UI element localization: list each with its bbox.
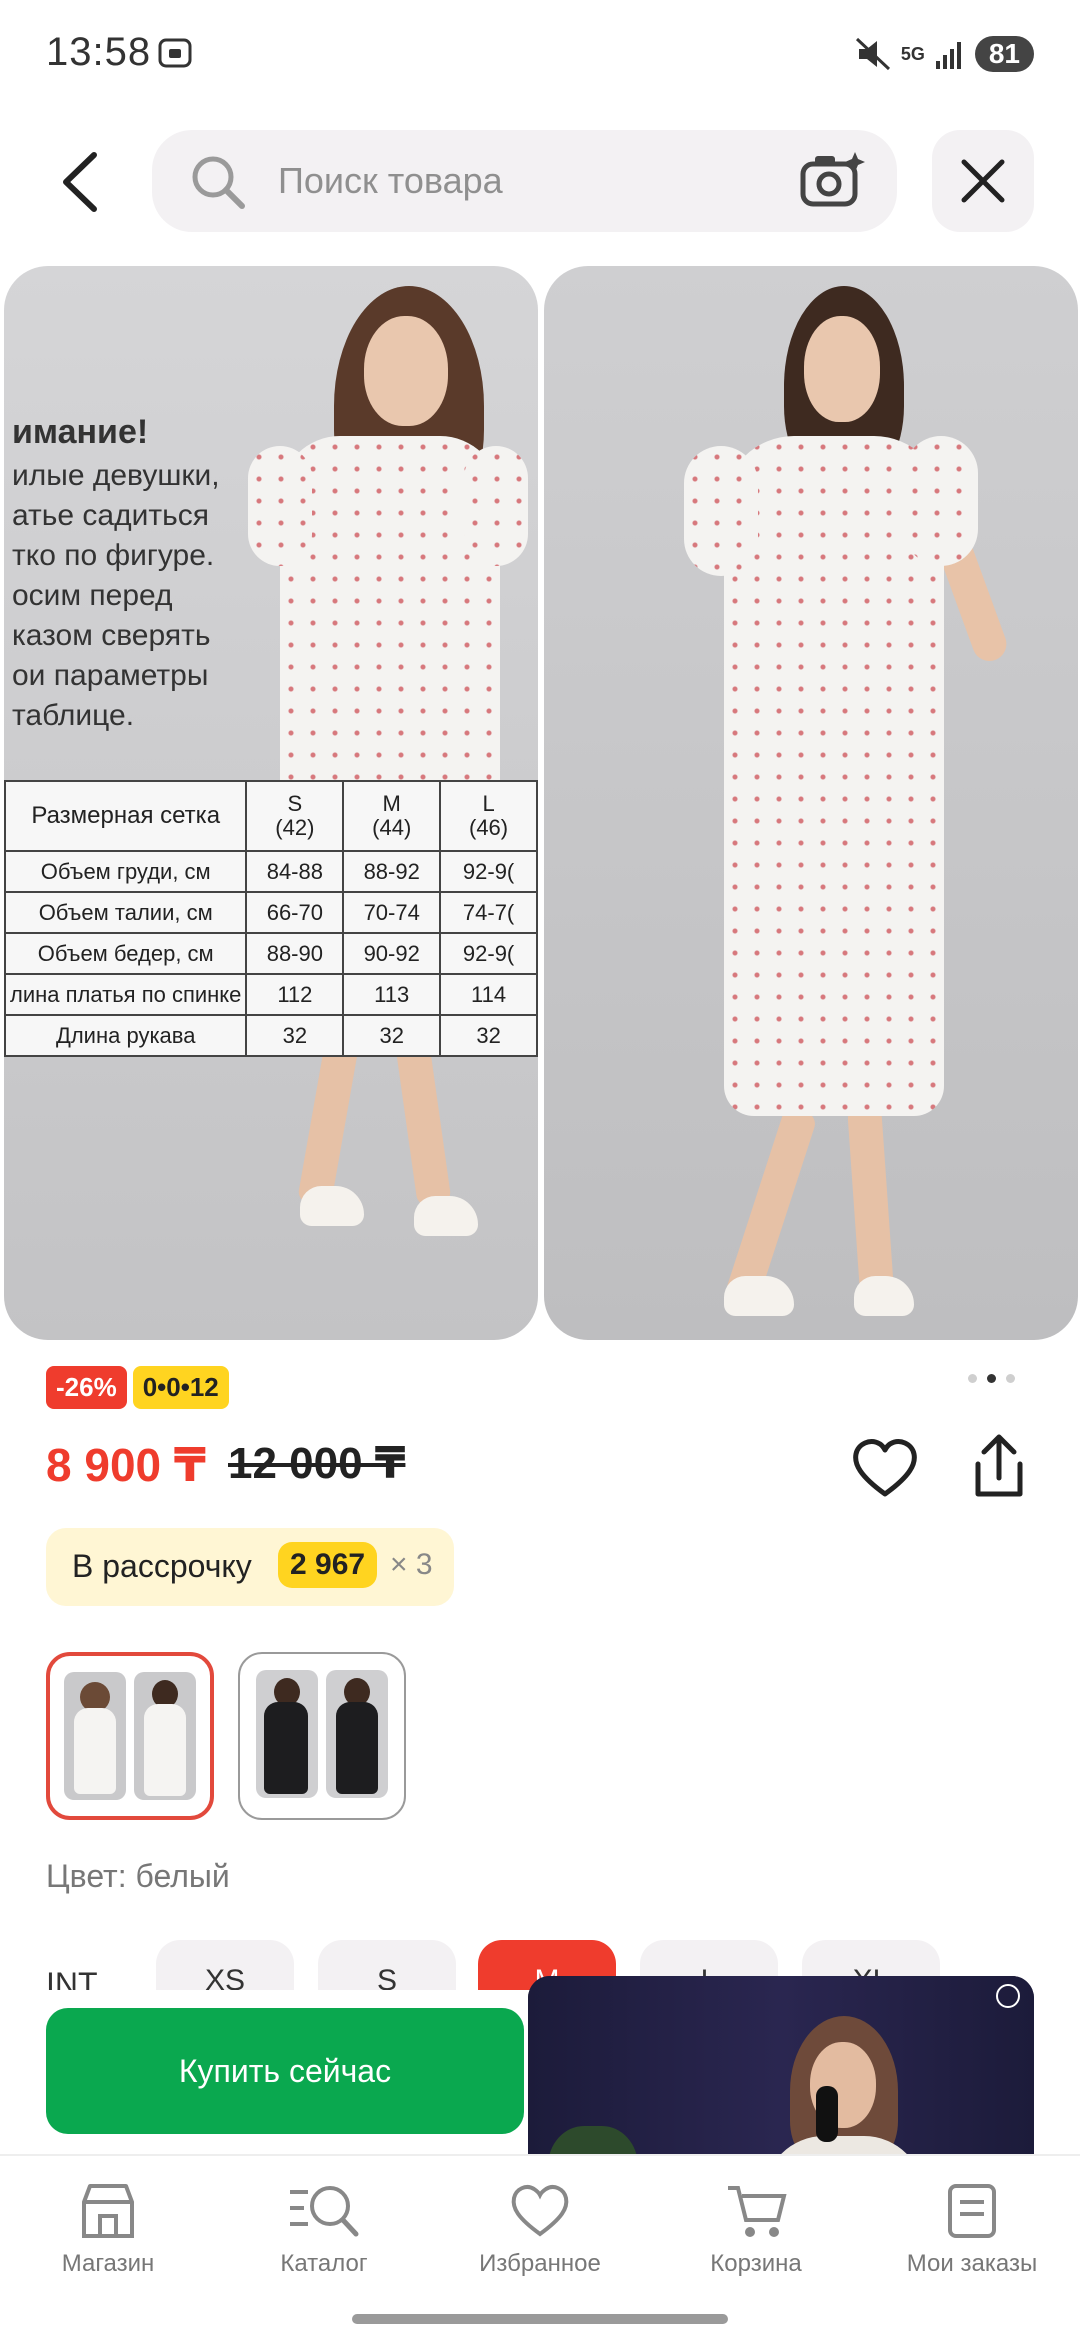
share-button[interactable] bbox=[964, 1430, 1034, 1504]
page-dot-active bbox=[987, 1374, 996, 1383]
warning-line: илые девушки, bbox=[12, 459, 220, 492]
size-warning-text: имание! илые девушки, атье садиться тко … bbox=[12, 412, 220, 736]
chevron-left-icon bbox=[63, 152, 97, 212]
warning-line: ои параметры bbox=[12, 659, 209, 692]
installment-label: В рассрочку bbox=[72, 1548, 252, 1584]
price-current: 8 900 ₸ bbox=[46, 1439, 206, 1491]
heart-icon bbox=[853, 1439, 917, 1497]
status-time: 13:58 bbox=[46, 30, 152, 74]
home-indicator[interactable] bbox=[352, 2314, 728, 2324]
nav-favorites[interactable]: Избранное bbox=[440, 2180, 640, 2278]
nav-cart[interactable]: Корзина bbox=[656, 2180, 856, 2278]
color-variant-black[interactable] bbox=[238, 1652, 406, 1820]
product-photo-model[interactable] bbox=[544, 266, 1078, 1340]
nav-label: Избранное bbox=[479, 2250, 601, 2277]
model-figure bbox=[644, 286, 1012, 1326]
size-option-s[interactable]: S bbox=[318, 1940, 456, 1990]
nav-catalog[interactable]: Каталог bbox=[224, 2180, 424, 2278]
warning-line: атье садиться bbox=[12, 499, 209, 532]
screenshot-icon bbox=[158, 38, 192, 68]
catalog-icon bbox=[290, 2186, 359, 2237]
variant-thumb bbox=[326, 1670, 388, 1798]
bottom-navigation: Магазин Каталог Избранное Корзина Мои за… bbox=[0, 2154, 1080, 2304]
search-input[interactable]: Поиск товара bbox=[152, 130, 897, 232]
nav-shop[interactable]: Магазин bbox=[8, 2180, 208, 2278]
installment-amount: 2 967 bbox=[278, 1542, 378, 1588]
status-icons: 5G 81 bbox=[855, 34, 1034, 74]
installment-banner[interactable]: В рассрочку 2 967 × 3 bbox=[46, 1528, 454, 1606]
size-system-label: INT bbox=[46, 1966, 98, 1990]
table-row: лина платья по спинке 112 113 114 bbox=[4, 973, 538, 1016]
size-chart-table: Размерная сетка S (42) M (44) L (46) Объем … bbox=[4, 780, 538, 1057]
size-chart-header: Размерная сетка bbox=[4, 780, 248, 852]
cart-icon bbox=[728, 2186, 787, 2237]
video-logo-icon bbox=[996, 1984, 1020, 2008]
orders-icon bbox=[948, 2184, 996, 2238]
search-placeholder: Поиск товара bbox=[278, 160, 503, 201]
battery-level: 81 bbox=[974, 36, 1034, 72]
close-icon bbox=[961, 159, 1005, 203]
close-button[interactable] bbox=[932, 130, 1034, 232]
search-icon bbox=[192, 156, 245, 209]
warning-line: казом сверять bbox=[12, 619, 211, 652]
back-button[interactable] bbox=[44, 140, 116, 224]
table-row: Длина рукава 32 32 32 bbox=[4, 1014, 538, 1057]
warning-line: таблице. bbox=[12, 699, 135, 732]
size-option-xs[interactable]: XS bbox=[156, 1940, 294, 1990]
installment-times: × 3 bbox=[390, 1548, 433, 1581]
nav-label: Магазин bbox=[61, 2250, 155, 2277]
shop-icon bbox=[82, 2184, 134, 2238]
camera-search-icon[interactable] bbox=[799, 148, 867, 214]
signal-icon bbox=[935, 42, 961, 69]
variant-thumb bbox=[134, 1672, 196, 1800]
variant-thumb bbox=[256, 1670, 318, 1798]
warning-line: осим перед bbox=[12, 579, 173, 612]
promo-badges: -26% 0•0•12 bbox=[46, 1366, 229, 1409]
timer-badge: 0•0•12 bbox=[132, 1366, 229, 1409]
color-label: Цвет: белый bbox=[46, 1858, 230, 1894]
favorite-button[interactable] bbox=[850, 1434, 920, 1504]
nav-label: Мои заказы bbox=[906, 2250, 1038, 2277]
nav-orders[interactable]: Мои заказы bbox=[872, 2180, 1072, 2278]
mute-icon bbox=[855, 37, 890, 71]
discount-badge: -26% bbox=[46, 1366, 127, 1409]
table-row: Объем груди, см 84-88 88-92 92-9( bbox=[4, 850, 538, 893]
size-col-header: M (44) bbox=[342, 780, 442, 852]
warning-title: имание! bbox=[12, 413, 149, 451]
size-col-header: S (42) bbox=[245, 780, 345, 852]
product-gallery[interactable]: имание! илые девушки, атье садиться тко … bbox=[0, 266, 1080, 1340]
nav-label: Каталог bbox=[280, 2250, 368, 2277]
share-icon bbox=[975, 1434, 1023, 1497]
buy-now-button[interactable]: Купить сейчас bbox=[46, 2008, 524, 2134]
status-bar: 13:58 5G 81 bbox=[0, 0, 1080, 110]
microphone bbox=[816, 2086, 838, 2142]
table-row: Объем бедер, см 88-90 90-92 92-9( bbox=[4, 932, 538, 975]
page-dot bbox=[968, 1374, 977, 1383]
product-photo-size-chart[interactable]: имание! илые девушки, атье садиться тко … bbox=[4, 266, 538, 1340]
variant-thumb bbox=[64, 1672, 126, 1800]
page-dot bbox=[1006, 1374, 1015, 1383]
color-variant-white[interactable] bbox=[46, 1652, 214, 1820]
gallery-page-indicator bbox=[968, 1374, 1015, 1383]
heart-icon bbox=[511, 2185, 569, 2237]
nav-label: Корзина bbox=[710, 2250, 802, 2277]
network-type: 5G bbox=[900, 44, 925, 64]
warning-line: тко по фигуре. bbox=[12, 539, 215, 572]
size-col-header: L (46) bbox=[439, 780, 538, 852]
price-old: 12 000 ₸ bbox=[228, 1439, 406, 1488]
table-row: Объем талии, см 66-70 70-74 74-7( bbox=[4, 891, 538, 934]
